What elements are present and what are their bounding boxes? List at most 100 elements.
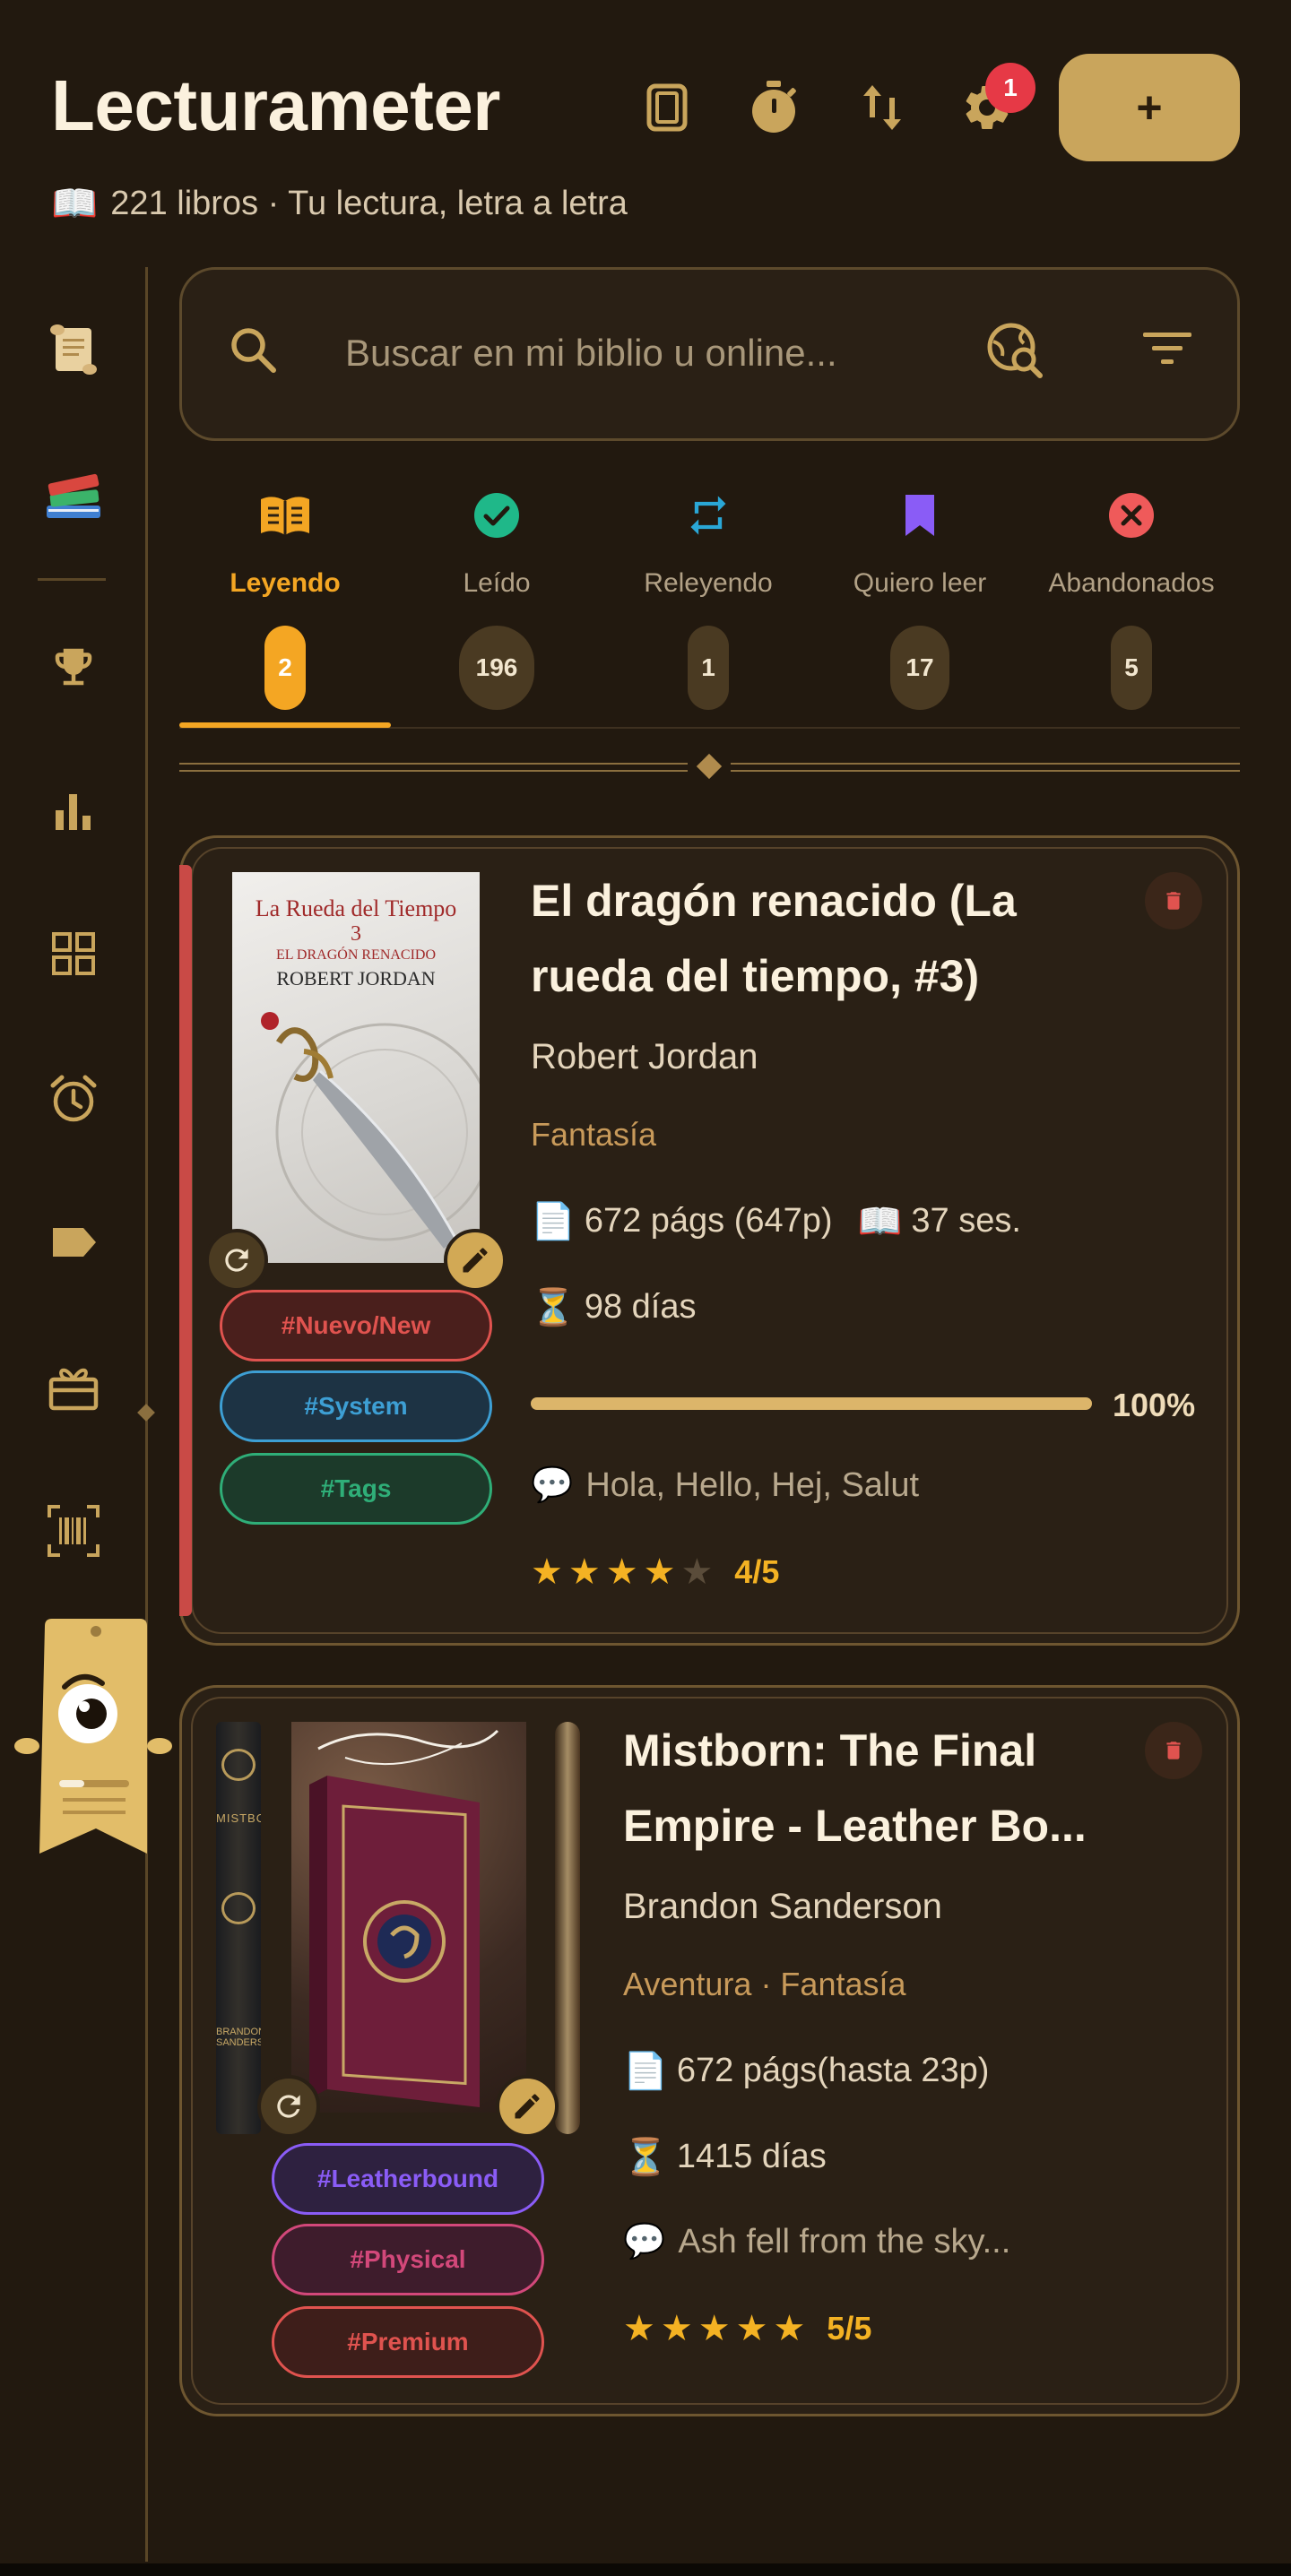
delete-book-button[interactable] xyxy=(1145,872,1202,929)
hourglass-emoji-icon: ⏳ xyxy=(531,1288,576,1327)
book-mode-button[interactable] xyxy=(633,73,701,142)
settings-button[interactable]: 1 xyxy=(953,63,1035,142)
tag-chip[interactable]: #Nuevo/New xyxy=(220,1290,492,1361)
sidebar-item-scanner[interactable] xyxy=(39,1497,108,1565)
change-status-button[interactable] xyxy=(257,2075,320,2138)
sidebar-item-stats[interactable] xyxy=(39,776,108,844)
books-icon xyxy=(47,473,100,518)
book-note: 💬 Ash fell from the sky... xyxy=(623,2222,1010,2261)
star-icon: ★ xyxy=(605,1552,638,1592)
book-genres: Fantasía xyxy=(531,1116,657,1153)
tab-label: Quiero leer xyxy=(853,568,987,598)
scroll-icon xyxy=(50,324,97,375)
star-icon: ★ xyxy=(697,2309,731,2348)
refresh-icon xyxy=(225,1249,248,1272)
book-pages: 📄 672 págs(hasta 23p) xyxy=(623,2050,989,2092)
book-days: ⏳ 1415 días xyxy=(623,2136,827,2178)
leather-book-illustration xyxy=(309,1729,499,2107)
ornament-diamond xyxy=(696,753,723,780)
pencil-icon xyxy=(463,1248,488,1273)
book-pages-sessions: 📄 672 págs (647p) 📖 37 ses. xyxy=(531,1200,1021,1242)
book-title[interactable]: Mistborn: The Final Empire - Leather Bo.… xyxy=(623,1713,1134,1863)
notification-badge: 1 xyxy=(985,63,1035,113)
reading-progress-fill xyxy=(531,1397,1092,1410)
sidebar-item-gifts[interactable] xyxy=(39,1353,108,1422)
book-author[interactable]: Robert Jordan xyxy=(531,1037,758,1077)
timer-button[interactable] xyxy=(740,73,808,142)
navigation-bar xyxy=(0,2563,1291,2576)
book-note: 💬 Hola, Hello, Hej, Salut xyxy=(531,1465,919,1505)
page-emoji-icon: 📄 xyxy=(623,2052,668,2091)
tab-abandonados[interactable]: Abandonados 5 xyxy=(1026,475,1237,726)
speech-bubble-emoji-icon: 💬 xyxy=(531,1466,574,1504)
bookmark-mascot-icon xyxy=(14,1619,172,1854)
search-bar[interactable]: Buscar en mi biblio u online... xyxy=(179,267,1240,441)
tab-leido[interactable]: Leído 196 xyxy=(391,475,602,726)
cancel-circle-icon xyxy=(1026,484,1237,547)
cover-subtitle: EL DRAGÓN RENACIDO xyxy=(275,947,437,963)
book-frame-icon xyxy=(646,83,688,132)
sidebar-item-achievements[interactable] xyxy=(39,633,108,701)
spine-emblem-icon xyxy=(221,1892,256,1924)
star-icon: ★ xyxy=(660,2309,693,2348)
online-search-icon[interactable] xyxy=(984,320,1047,387)
add-book-button[interactable]: + xyxy=(1059,54,1240,161)
spine-title: MISTBORN xyxy=(216,1811,261,1825)
tab-quiero-leer[interactable]: Quiero leer 17 xyxy=(814,475,1026,726)
ornament-line-right xyxy=(731,763,1240,772)
sidebar-item-tags[interactable] xyxy=(39,1208,108,1276)
trash-icon xyxy=(1166,1742,1181,1759)
library-summary: 📖 221 libros · Tu lectura, letra a letra xyxy=(51,182,628,226)
rating-label: 4/5 xyxy=(734,1553,780,1590)
active-tab-indicator xyxy=(179,722,391,728)
refresh-icon xyxy=(277,2095,300,2118)
change-status-button[interactable] xyxy=(205,1229,268,1292)
search-icon xyxy=(227,324,281,382)
rating-label: 5/5 xyxy=(827,2310,872,2347)
tab-label: Abandonados xyxy=(1048,568,1215,598)
sidebar-ornament xyxy=(137,1404,155,1422)
edit-book-button[interactable] xyxy=(444,1229,507,1292)
sidebar-item-collections[interactable] xyxy=(39,920,108,988)
star-icon: ★ xyxy=(568,1552,601,1592)
cover-series-title: La Rueda del Tiempo xyxy=(255,895,457,921)
sort-button[interactable] xyxy=(848,73,916,142)
sidebar-item-library[interactable] xyxy=(39,462,108,531)
book-card[interactable]: MISTBORN BRANDON SANDERSON #Leatherbound… xyxy=(179,1685,1240,2416)
sidebar-item-reminders[interactable] xyxy=(39,1065,108,1133)
book-card[interactable]: La Rueda del Tiempo 3 EL DRAGÓN RENACIDO… xyxy=(179,835,1240,1646)
repeat-icon xyxy=(602,484,814,547)
tag-chip[interactable]: #Physical xyxy=(272,2224,544,2295)
gift-icon xyxy=(48,1368,99,1411)
tab-releyendo[interactable]: Releyendo 1 xyxy=(602,475,814,726)
alarm-icon xyxy=(50,1075,97,1122)
tag-chip[interactable]: #System xyxy=(220,1370,492,1442)
tag-chip[interactable]: #Premium xyxy=(272,2306,544,2378)
tag-chip[interactable]: #Leatherbound xyxy=(272,2143,544,2215)
tab-leyendo[interactable]: Leyendo 2 xyxy=(179,475,391,726)
swap-vertical-icon xyxy=(863,85,901,130)
delete-book-button[interactable] xyxy=(1145,1722,1202,1779)
book-rating: ★ ★ ★ ★ ★ 4/5 xyxy=(531,1552,779,1593)
tag-chip[interactable]: #Tags xyxy=(220,1453,492,1525)
bar-chart-icon xyxy=(56,794,91,830)
page-emoji-icon: 📄 xyxy=(531,1202,576,1241)
book-rating: ★ ★ ★ ★ ★ 5/5 xyxy=(623,2308,871,2349)
filter-icon[interactable] xyxy=(1141,329,1193,373)
star-icon: ★ xyxy=(623,2309,655,2348)
book-note-text: Hola, Hello, Hej, Salut xyxy=(585,1465,920,1504)
search-input[interactable]: Buscar en mi biblio u online... xyxy=(345,332,837,375)
star-icon: ★ xyxy=(643,1552,676,1592)
book-cover[interactable] xyxy=(291,1722,526,2113)
tab-count: 1 xyxy=(688,626,729,710)
open-book-emoji-icon: 📖 xyxy=(857,1202,903,1241)
book-author[interactable]: Brandon Sanderson xyxy=(623,1887,942,1927)
book-sessions: 37 ses. xyxy=(911,1202,1021,1240)
sidebar-separator xyxy=(38,578,106,581)
edit-book-button[interactable] xyxy=(496,2075,559,2138)
book-title[interactable]: El dragón renacido (La rueda del tiempo,… xyxy=(531,863,1105,1014)
sidebar-item-log[interactable] xyxy=(39,316,108,384)
bookmark-mascot[interactable] xyxy=(13,1613,178,1864)
spine-emblem-icon xyxy=(221,1749,256,1781)
book-cover[interactable]: La Rueda del Tiempo 3 EL DRAGÓN RENACIDO… xyxy=(232,872,480,1263)
